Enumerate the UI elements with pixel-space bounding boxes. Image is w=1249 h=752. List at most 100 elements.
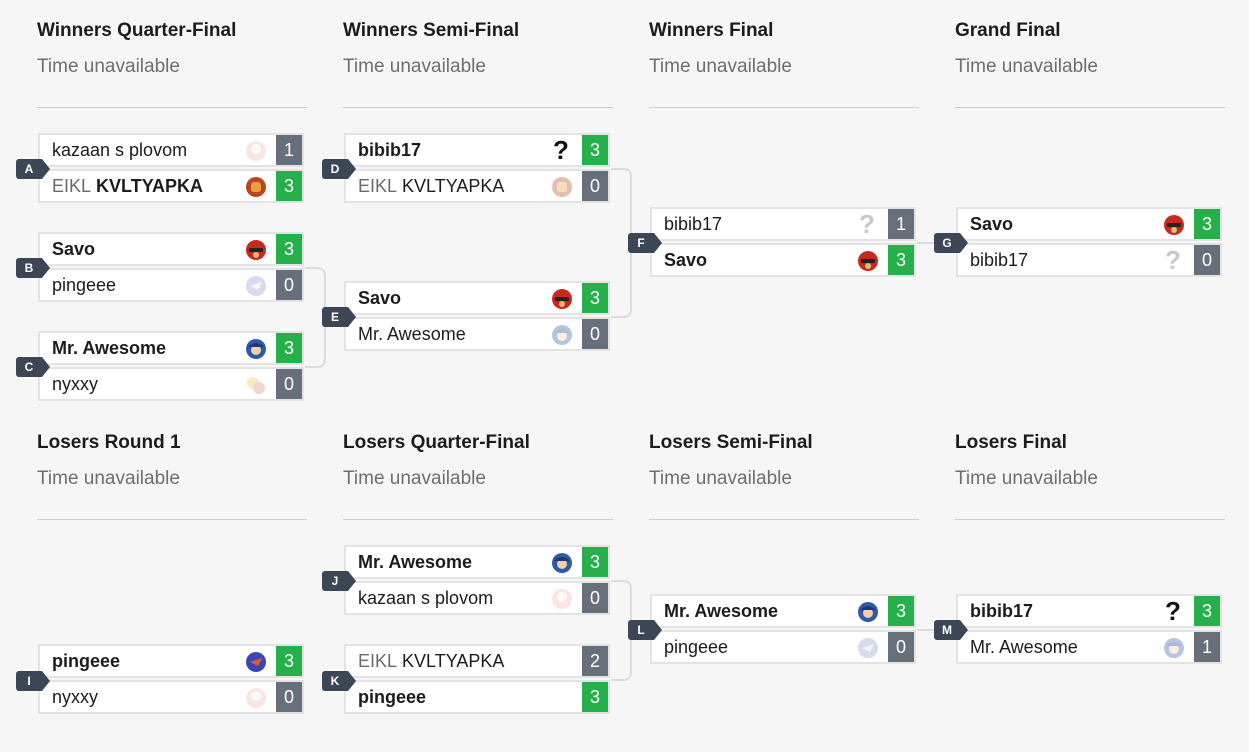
set-row-bottom[interactable]: nyxxy 0 (38, 680, 304, 714)
player-name: EIKL KVLTYAPKA (52, 176, 204, 196)
score: 3 (582, 135, 608, 165)
player-name: kazaan s plovom (52, 140, 188, 160)
match-g[interactable]: Savo 3 bibib17 ? 0 (956, 207, 1222, 279)
set-row-top[interactable]: pingeee 3 (38, 644, 304, 678)
set-row-top[interactable]: bibib17 ? 1 (650, 207, 916, 241)
player-name: pingeee (52, 275, 117, 295)
match-tag: C (16, 357, 50, 377)
unknown-character-icon: ? (553, 135, 569, 165)
set-row-top[interactable]: Savo 3 (344, 281, 610, 315)
set-row-top[interactable]: bibib17 ? 3 (344, 133, 610, 167)
set-row-bottom[interactable]: nyxxy 0 (38, 367, 304, 401)
unknown-character-icon: ? (1165, 596, 1181, 626)
match-i[interactable]: pingeee 3 nyxxy 0 (38, 644, 304, 716)
match-c[interactable]: Mr. Awesome 3 nyxxy 0 (38, 331, 304, 403)
set-row-bottom[interactable]: Mr. Awesome 1 (956, 630, 1222, 664)
score: 3 (888, 245, 914, 275)
player-name: Savo (52, 239, 96, 259)
match-tag: I (16, 671, 50, 691)
set-row-bottom[interactable]: bibib17 ? 0 (956, 243, 1222, 277)
player-name: nyxxy (52, 687, 99, 707)
match-d[interactable]: bibib17 ? 3 EIKL KVLTYAPKA 0 (344, 133, 610, 205)
score: 1 (888, 209, 914, 239)
set-row-top[interactable]: EIKL KVLTYAPKA 2 (344, 644, 610, 678)
player-name: pingeee (52, 651, 121, 671)
score: 3 (1194, 596, 1220, 626)
marth-character-icon (1164, 638, 1184, 658)
score: 0 (276, 369, 302, 399)
match-tag: A (16, 159, 50, 179)
player-name: bibib17 (358, 140, 422, 160)
score: 1 (276, 135, 302, 165)
falco-character-icon (246, 276, 266, 296)
set-row-bottom[interactable]: pingeee 0 (38, 268, 304, 302)
falcon-character-icon (552, 289, 572, 309)
score: 0 (1194, 245, 1220, 275)
set-row-bottom[interactable]: Savo 3 (650, 243, 916, 277)
player-name: bibib17 (970, 250, 1029, 270)
set-row-top[interactable]: kazaan s plovom 1 (38, 133, 304, 167)
unknown-character-icon: ? (859, 209, 875, 239)
unknown-character-icon: ? (1165, 245, 1181, 275)
marth-character-icon (858, 602, 878, 622)
score: 0 (582, 319, 608, 349)
score: 1 (1194, 632, 1220, 662)
match-a[interactable]: kazaan s plovom 1 EIKL KVLTYAPKA 3 (38, 133, 304, 205)
score: 0 (582, 171, 608, 201)
falco-character-icon (858, 638, 878, 658)
player-name: bibib17 (970, 601, 1034, 621)
score: 3 (276, 646, 302, 676)
match-tag: G (934, 233, 968, 253)
player-name: Mr. Awesome (52, 338, 167, 358)
player-name: Savo (664, 250, 708, 270)
set-row-bottom[interactable]: kazaan s plovom 0 (344, 581, 610, 615)
red-character-icon (552, 177, 572, 197)
set-row-bottom[interactable]: EIKL KVLTYAPKA 3 (38, 169, 304, 203)
set-row-bottom[interactable]: pingeee 0 (650, 630, 916, 664)
falcon-character-icon (1164, 215, 1184, 235)
player-name: Mr. Awesome (358, 552, 473, 572)
set-row-top[interactable]: Savo 3 (956, 207, 1222, 241)
score: 3 (888, 596, 914, 626)
score: 3 (276, 171, 302, 201)
set-row-top[interactable]: bibib17 ? 3 (956, 594, 1222, 628)
marth-character-icon (552, 325, 572, 345)
match-k[interactable]: EIKL KVLTYAPKA 2 pingeee 3 (344, 644, 610, 716)
score: 3 (276, 234, 302, 264)
score: 0 (582, 583, 608, 613)
pink-character-icon (552, 589, 572, 609)
match-tag: E (322, 307, 356, 327)
player-name: pingeee (664, 637, 729, 657)
match-e[interactable]: Savo 3 Mr. Awesome 0 (344, 281, 610, 353)
falcon-character-icon (858, 251, 878, 271)
player-name: nyxxy (52, 374, 99, 394)
set-row-top[interactable]: Mr. Awesome 3 (38, 331, 304, 365)
match-b[interactable]: Savo 3 pingeee 0 (38, 232, 304, 304)
score: 2 (582, 646, 608, 676)
set-row-top[interactable]: Mr. Awesome 3 (344, 545, 610, 579)
set-row-top[interactable]: Mr. Awesome 3 (650, 594, 916, 628)
score: 0 (888, 632, 914, 662)
match-tag: K (322, 671, 356, 691)
match-m[interactable]: bibib17 ? 3 Mr. Awesome 1 (956, 594, 1222, 666)
player-name: Savo (970, 214, 1014, 234)
match-tag: B (16, 258, 50, 278)
player-name: Mr. Awesome (664, 601, 779, 621)
match-tag: D (322, 159, 356, 179)
player-name: bibib17 (664, 214, 723, 234)
player-name: Savo (358, 288, 402, 308)
match-j[interactable]: Mr. Awesome 3 kazaan s plovom 0 (344, 545, 610, 617)
score: 3 (582, 283, 608, 313)
player-name: EIKL KVLTYAPKA (358, 176, 505, 196)
player-name: pingeee (358, 687, 427, 707)
set-row-bottom[interactable]: EIKL KVLTYAPKA 0 (344, 169, 610, 203)
falcon-character-icon (246, 240, 266, 260)
match-f[interactable]: bibib17 ? 1 Savo 3 (650, 207, 916, 279)
set-row-bottom[interactable]: Mr. Awesome 0 (344, 317, 610, 351)
match-tag: L (628, 620, 662, 640)
match-l[interactable]: Mr. Awesome 3 pingeee 0 (650, 594, 916, 666)
score: 3 (582, 682, 608, 712)
score: 0 (276, 682, 302, 712)
set-row-bottom[interactable]: pingeee 3 (344, 680, 610, 714)
set-row-top[interactable]: Savo 3 (38, 232, 304, 266)
